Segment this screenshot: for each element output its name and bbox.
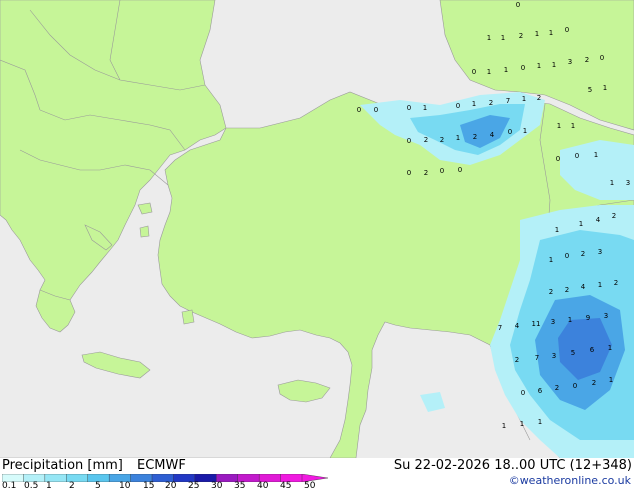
precip-value-label: 2 bbox=[585, 56, 589, 64]
precip-value-label: 1 bbox=[594, 151, 598, 159]
land-rhodes bbox=[181, 309, 195, 325]
precip-value-label: 0 bbox=[516, 1, 520, 9]
precip-value-label: 0 bbox=[508, 128, 512, 136]
precip-value-label: 0 bbox=[407, 137, 411, 145]
precip-value-label: 2 bbox=[489, 99, 493, 107]
copyright-link[interactable]: ©weatheronline.co.uk bbox=[509, 474, 631, 487]
precip-value-label: 1 bbox=[603, 84, 607, 92]
precip-value-label: 1 bbox=[608, 344, 612, 352]
precip-value-label: 5 bbox=[571, 349, 575, 357]
precip-value-label: 3 bbox=[568, 58, 572, 66]
precip-value-label: 0 bbox=[472, 68, 476, 76]
precip-value-label: 1 bbox=[549, 29, 553, 37]
precip-value-label: 1 bbox=[609, 376, 613, 384]
precip-value-label: 1 bbox=[523, 127, 527, 135]
precip-value-label: 4 bbox=[581, 283, 586, 291]
precip-value-label: 3 bbox=[551, 318, 555, 326]
precip-value-label: 1 bbox=[557, 122, 561, 130]
precip-value-label: 2 bbox=[581, 250, 585, 258]
map-title: Precipitation [mm] ECMWF bbox=[2, 458, 186, 473]
precip-value-label: 1 bbox=[522, 95, 526, 103]
precip-value-label: 0 bbox=[407, 104, 411, 112]
precip-value-label: 1 bbox=[538, 418, 542, 426]
precip-value-label: 0 bbox=[407, 169, 411, 177]
precip-value-label: 1 bbox=[555, 226, 559, 234]
precip-value-label: 1 bbox=[504, 66, 508, 74]
precip-value-label: 2 bbox=[424, 136, 428, 144]
precip-value-label: 3 bbox=[626, 179, 630, 187]
precip-value-label: 1 bbox=[502, 422, 506, 430]
precip-value-label: 0 bbox=[456, 102, 460, 110]
land-chios bbox=[139, 225, 150, 238]
precip-value-label: 0 bbox=[575, 152, 579, 160]
precip-value-label: 1 bbox=[423, 104, 427, 112]
precip-value-label: 1 bbox=[472, 100, 476, 108]
precip-value-label: 1 bbox=[571, 122, 575, 130]
precip-value-label: 5 bbox=[588, 86, 592, 94]
precip-value-label: 1 bbox=[535, 30, 539, 38]
precip-value-label: 7 bbox=[535, 354, 539, 362]
precip-value-label: 2 bbox=[565, 286, 569, 294]
weather-map-page: 0112110011011320510001012712022124011102… bbox=[0, 0, 634, 491]
precip-value-label: 1 bbox=[487, 34, 491, 42]
precip-value-label: 1 bbox=[487, 68, 491, 76]
parameter-title: Precipitation [mm] bbox=[2, 458, 123, 473]
precip-value-label: 0 bbox=[357, 106, 361, 114]
precip-value-label: 0 bbox=[440, 167, 444, 175]
valid-time: Su 22-02-2026 18..00 UTC (12+348) bbox=[393, 458, 632, 473]
precip-value-label: 2 bbox=[549, 288, 553, 296]
precip-value-label: 1 bbox=[568, 316, 572, 324]
precip-value-label: 0 bbox=[521, 389, 525, 397]
precip-value-label: 1 bbox=[520, 420, 524, 428]
precip-value-label: 1 bbox=[549, 256, 553, 264]
precip-value-label: 2 bbox=[424, 169, 428, 177]
precip-value-label: 2 bbox=[612, 212, 616, 220]
map-canvas: 01 1 2 1 1 00 1 1 0 1 1 3 2 05 10 0 0 1 0 1 2 7 1 20 2 2 1 2 4 0 11 10 2… bbox=[0, 0, 634, 458]
precip-value-label: 0 bbox=[521, 64, 525, 72]
precip-value-label: 0 bbox=[600, 54, 604, 62]
precip-value-label: 6 bbox=[590, 346, 595, 354]
precip-value-label: 0 bbox=[374, 106, 378, 114]
precip-value-label: 3 bbox=[598, 248, 602, 256]
precip-value-label: 2 bbox=[440, 136, 444, 144]
precip-value-label: 0 bbox=[556, 155, 560, 163]
precip-value-label: 2 bbox=[614, 279, 618, 287]
precip-value-label: 1 bbox=[537, 62, 541, 70]
precip-value-label: 3 bbox=[604, 312, 608, 320]
precip-value-label: 1 bbox=[579, 220, 583, 228]
precip-value-label: 1 bbox=[552, 61, 556, 69]
precip-value-label: 4 bbox=[596, 216, 601, 224]
precip-value-label: 1 bbox=[598, 281, 602, 289]
precip-value-label: 1 bbox=[501, 34, 505, 42]
precip-value-label: 2 bbox=[592, 379, 596, 387]
precip-value-label: 0 bbox=[573, 382, 577, 390]
precip-value-label: 2 bbox=[555, 384, 559, 392]
precip-value-label: 2 bbox=[515, 356, 519, 364]
map-footer: Precipitation [mm] ECMWF Su 22-02-2026 1… bbox=[0, 458, 634, 491]
precip-value-label: 7 bbox=[498, 324, 502, 332]
precip-value-label: 0 bbox=[565, 252, 569, 260]
precip-value-label: 4 bbox=[515, 322, 520, 330]
precip-value-label: 4 bbox=[490, 131, 495, 139]
precipitation-map: 0112110011011320510001012712022124011102… bbox=[0, 0, 634, 458]
precip-value-label: 1 bbox=[456, 134, 460, 142]
precip-value-label: 2 bbox=[519, 32, 523, 40]
model-name: ECMWF bbox=[137, 458, 186, 473]
precip-value-label: 2 bbox=[473, 133, 477, 141]
precip-value-label: 6 bbox=[538, 387, 543, 395]
precip-value-label: 1 bbox=[610, 179, 614, 187]
precip-value-label: 3 bbox=[552, 352, 556, 360]
precip-value-label: 7 bbox=[506, 97, 510, 105]
precip-value-label: 2 bbox=[537, 94, 541, 102]
precip-value-label: 9 bbox=[586, 314, 590, 322]
precip-value-label: 0 bbox=[458, 166, 462, 174]
precip-value-label: 11 bbox=[532, 320, 541, 328]
precip-value-label: 0 bbox=[565, 26, 569, 34]
